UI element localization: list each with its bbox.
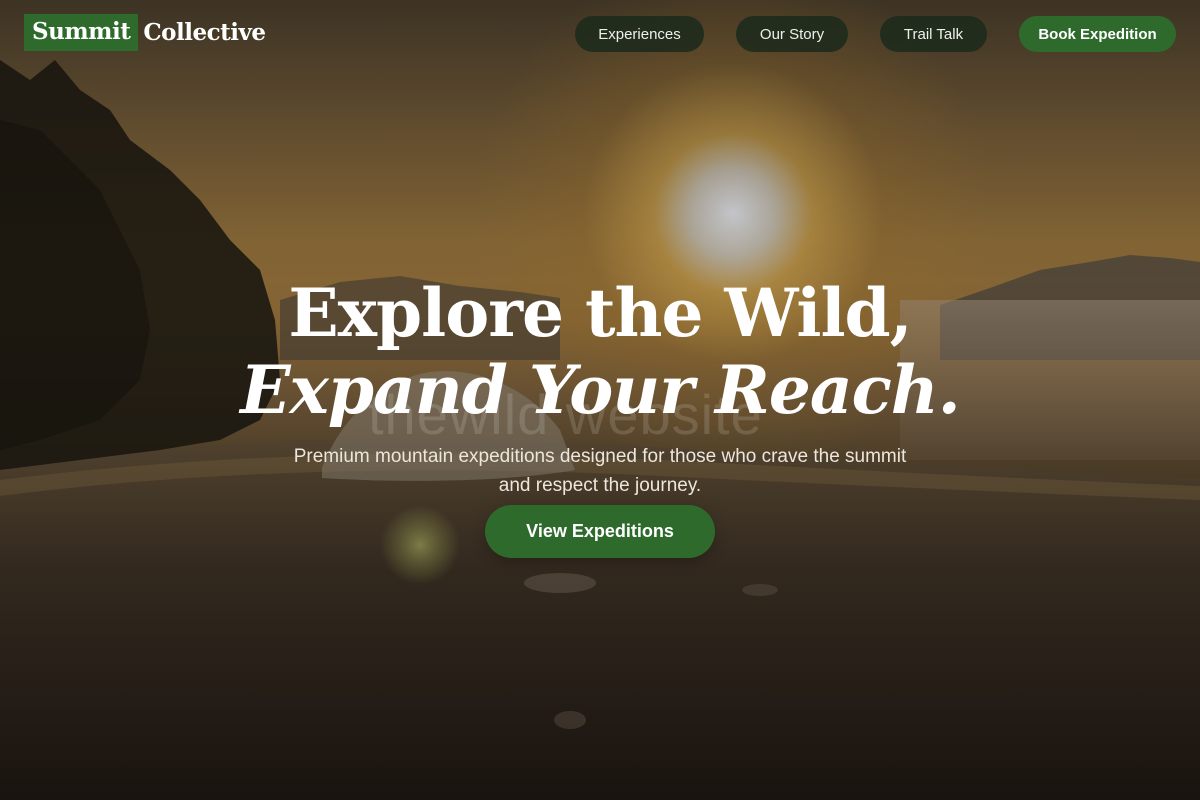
nav-experiences[interactable]: Experiences [575,16,704,52]
nav-our-story[interactable]: Our Story [736,16,848,52]
brand-logo-highlight: Summit [24,14,139,51]
top-navigation: Summit Collective Experiences Our Story … [0,0,1200,68]
hero-section: thewild website Summit Collective Experi… [0,0,1200,800]
hero-subtitle: Premium mountain expeditions designed fo… [293,446,907,496]
hero-headline-line1: Explore the Wild, [288,274,912,353]
hero-headline: Explore the Wild, Expand Your Reach. [0,273,1200,427]
nav-trail-talk[interactable]: Trail Talk [880,16,987,52]
brand-logo-text: Collective [143,19,266,46]
brand-logo[interactable]: Summit Collective [24,14,266,51]
hero-headline-line2: Expand Your Reach. [240,351,961,430]
view-expeditions-button[interactable]: View Expeditions [485,505,715,558]
book-expedition-button[interactable]: Book Expedition [1019,16,1176,52]
